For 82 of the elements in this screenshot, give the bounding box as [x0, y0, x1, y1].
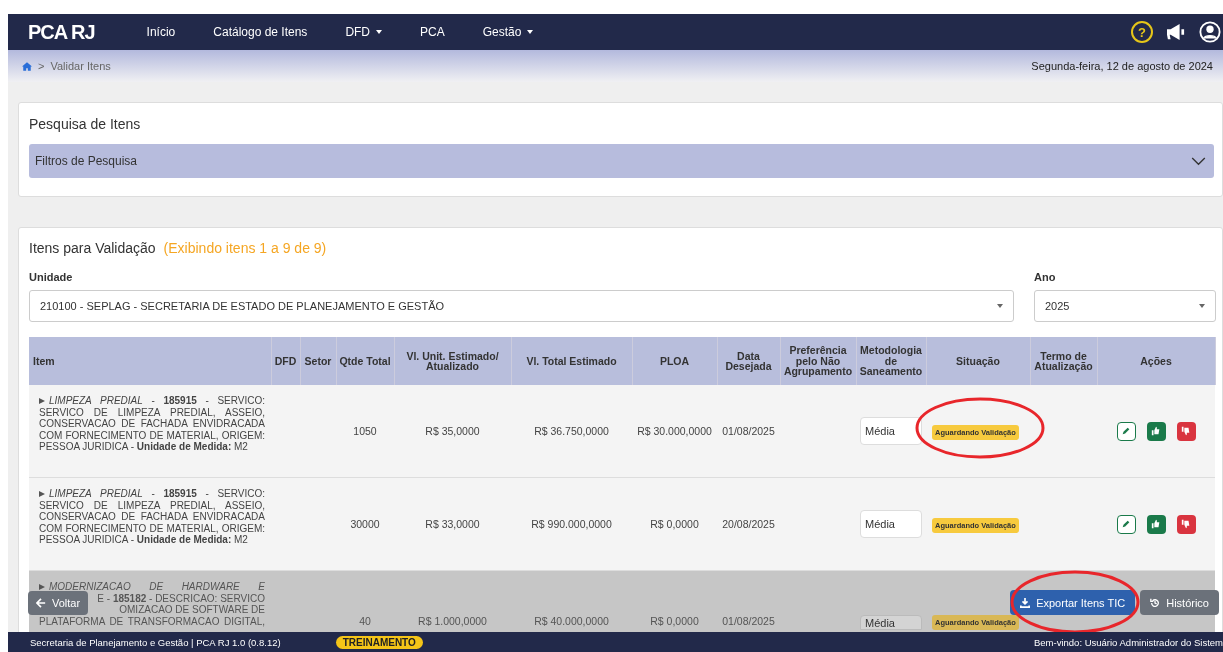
table-cell: R$ 990.000,0000 — [511, 477, 632, 571]
nav-link[interactable]: Início — [146, 25, 176, 39]
reject-button[interactable] — [1176, 421, 1196, 441]
thumbs-up-icon — [1151, 426, 1161, 436]
approve-button[interactable] — [1146, 514, 1166, 534]
card-title: Itens para Validação — [29, 240, 156, 256]
arrow-left-icon — [36, 598, 46, 608]
column-header: Data Desejada — [717, 337, 780, 385]
table-cell: 30000 — [336, 477, 394, 571]
table-cell: 1050 — [336, 385, 394, 478]
filters-accordion[interactable]: Filtros de Pesquisa — [29, 144, 1214, 178]
item-description-line: E - 185182 - DESCRICAO: SERVICO — [97, 592, 265, 604]
nav-link[interactable]: DFD — [345, 25, 383, 39]
table-cell: R$ 33,0000 — [394, 477, 511, 571]
current-date: Segunda-feira, 12 de agosto de 2024 — [1031, 60, 1213, 72]
app-logo[interactable]: PCA RJ — [28, 20, 95, 44]
year-label: Ano — [1034, 271, 1057, 283]
table-cell: 20/08/2025 — [717, 477, 780, 571]
edit-button[interactable] — [1116, 514, 1136, 534]
card-title: Pesquisa de Itens — [29, 116, 142, 132]
column-header: DFD — [271, 337, 300, 385]
nav-link[interactable]: PCA — [420, 25, 445, 39]
thumbs-down-icon — [1181, 426, 1191, 436]
table-cell: 01/08/2025 — [717, 570, 780, 632]
history-icon — [1150, 597, 1161, 608]
reject-button[interactable] — [1176, 514, 1196, 534]
item-description: LIMPEZA PREDIAL - 185915 - SERVICO: SERVICO DE LIMPEZA PREDIAL, ASSEIO, CONSERVACAO DE FACHADA ENVIDRACADA COM FORNECIMENTO DE MATERIAL, ORIGEM: PESSOA JURIDICA - Unidade de Medida: M2 — [29, 477, 271, 571]
table-cell: R$ 40.000,0000 — [511, 570, 632, 632]
table-cell: R$ 0,0000 — [632, 570, 717, 632]
table-cell: 01/08/2025 — [717, 385, 780, 478]
help-icon[interactable]: ? — [1131, 21, 1153, 43]
table-cell: R$ 35,0000 — [394, 385, 511, 478]
unit-select[interactable]: 210100 - SEPLAG - SECRETARIA DE ESTADO DE PLANEJAMENTO E GESTÃO — [29, 290, 1014, 322]
column-header: Item — [29, 337, 271, 385]
column-header: PLOA — [632, 337, 717, 385]
nav-link[interactable]: Catálogo de Itens — [213, 25, 308, 39]
column-header: Termo de Atualização — [1030, 337, 1097, 385]
welcome-text: Bem-vindo: Usuário Administrador do Sistem — [1033, 636, 1223, 648]
column-header: Setor — [300, 337, 336, 385]
pencil-icon — [1121, 426, 1131, 436]
edit-button[interactable] — [1116, 421, 1136, 441]
export-button[interactable]: Exportar Itens TIC — [1010, 590, 1136, 615]
chevron-down-icon — [1191, 156, 1206, 166]
item-description-line: OMIZACAO DE SOFTWARE DE — [119, 604, 265, 615]
items-count: (Exibindo itens 1 a 9 de 9) — [163, 240, 327, 256]
table-cell: R$ 0,0000 — [632, 477, 717, 571]
unit-label: Unidade — [29, 271, 74, 283]
footer-text: Secretaria de Planejamento e Gestão | PCA RJ 1.0 (0.8.12) — [30, 636, 281, 648]
item-description-line: PLATAFORMA DE TRANSFORMACAO DIGITAL, — [39, 615, 265, 627]
column-header: Metodologia de Saneamento — [856, 337, 926, 385]
megaphone-icon[interactable] — [1165, 23, 1187, 41]
home-icon[interactable] — [22, 61, 32, 71]
table-cell: R$ 30.000,0000 — [632, 385, 717, 478]
breadcrumb-separator: > — [38, 60, 45, 72]
history-button[interactable]: Histórico — [1140, 590, 1219, 615]
column-header: Preferência pelo Não Agrupamento — [780, 337, 856, 385]
expand-triangle-icon[interactable] — [39, 491, 45, 497]
breadcrumb-current: Validar Itens — [50, 60, 111, 72]
approve-button[interactable] — [1146, 421, 1166, 441]
methodology-field[interactable]: Média — [860, 615, 922, 630]
table-cell: R$ 36.750,0000 — [511, 385, 632, 478]
year-select[interactable]: 2025 — [1034, 290, 1216, 322]
user-icon[interactable] — [1199, 21, 1221, 43]
column-header: Ações — [1097, 337, 1215, 385]
column-header: Qtde Total — [336, 337, 394, 385]
thumbs-down-icon — [1181, 519, 1191, 529]
column-header: Vl. Total Estimado — [511, 337, 632, 385]
pencil-icon — [1121, 519, 1131, 529]
methodology-field[interactable]: Média — [860, 417, 922, 445]
download-icon — [1020, 597, 1031, 608]
methodology-field[interactable]: Média — [860, 510, 922, 538]
expand-triangle-icon[interactable] — [39, 398, 45, 404]
item-description-line: MODERNIZACAO DE HARDWARE E — [49, 581, 265, 592]
environment-badge: TREINAMENTO — [335, 635, 423, 649]
thumbs-up-icon — [1151, 519, 1161, 529]
column-header: Situação — [926, 337, 1030, 385]
column-header: Vl. Unit. Estimado/ Atualizado — [394, 337, 511, 385]
table-cell: R$ 1.000,0000 — [394, 570, 511, 632]
item-description: LIMPEZA PREDIAL - 185915 - SERVICO: SERVICO DE LIMPEZA PREDIAL, ASSEIO, CONSERVACAO DE FACHADA ENVIDRACADA COM FORNECIMENTO DE MATERIAL, ORIGEM: PESSOA JURIDICA - Unidade de Medida: M2 — [29, 385, 271, 478]
back-button[interactable]: Voltar — [28, 591, 89, 615]
table-cell: 40 — [336, 570, 394, 632]
nav-link[interactable]: Gestão — [482, 25, 534, 39]
